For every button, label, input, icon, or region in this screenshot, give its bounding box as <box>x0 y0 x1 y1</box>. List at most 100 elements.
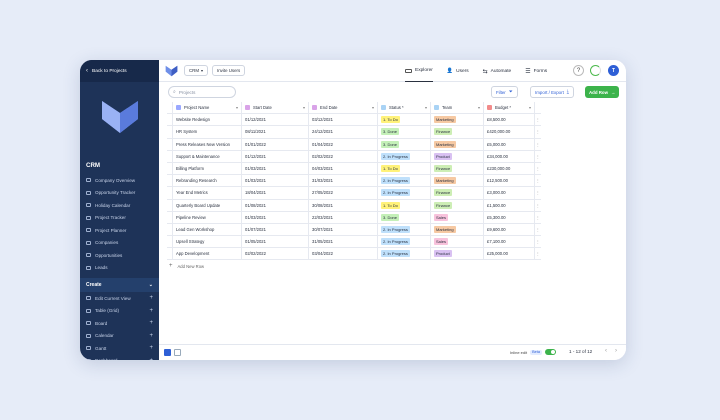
budget-cell[interactable]: £9,600.00 <box>484 223 535 236</box>
next-page-icon[interactable]: › <box>615 348 617 354</box>
end-date-cell[interactable]: 24/12/2021 <box>309 126 378 138</box>
project-name-cell[interactable]: Support & Maintenance <box>173 150 242 162</box>
project-name-cell[interactable]: Quarterly Board Update <box>173 199 242 211</box>
team-cell[interactable]: Finance <box>431 162 484 175</box>
budget-cell[interactable]: £25,000.00 <box>484 248 535 260</box>
team-cell[interactable]: Marketing <box>431 138 484 150</box>
sidebar-item[interactable]: Leads <box>80 262 159 275</box>
row-menu-icon[interactable]: ⋮ <box>535 139 541 150</box>
sidebar-item[interactable]: Project Tracker <box>80 212 159 225</box>
row-menu-icon[interactable]: ⋮ <box>535 187 541 198</box>
start-date-cell[interactable]: 01/03/2021 <box>242 211 309 223</box>
start-date-cell[interactable]: 01/08/2021 <box>242 199 309 211</box>
team-cell[interactable]: Marketing <box>431 114 484 126</box>
sidebar-item[interactable]: Opportunity Tracker <box>80 187 159 200</box>
column-header[interactable]: Project Name ▾ <box>173 102 242 114</box>
status-cell[interactable]: 2. In Progress <box>378 150 431 162</box>
budget-cell[interactable]: £5,300.00 <box>484 211 535 223</box>
column-header[interactable]: End Date ▾ <box>309 102 378 114</box>
budget-cell[interactable]: £3,000.00 <box>484 187 535 199</box>
team-cell[interactable]: Product <box>431 150 484 162</box>
table-row[interactable]: Quarterly Board Update 01/08/2021 30/08/20… <box>167 199 541 212</box>
row-menu-icon[interactable]: ⋮ <box>535 126 541 137</box>
table-row[interactable]: Support & Maintenance 01/12/2021 02/02/202… <box>167 150 541 163</box>
project-name-cell[interactable]: Lead Gen Workshop <box>173 223 242 236</box>
create-item[interactable]: Edit Current View + <box>80 292 159 305</box>
add-new-row-button[interactable]: + Add New Row <box>167 260 541 272</box>
table-row[interactable]: Pipeline Review 01/03/2021 22/03/2021 3. Do… <box>167 211 541 224</box>
row-menu-icon[interactable]: ⋮ <box>535 236 541 247</box>
tab-forms[interactable]: ☰ Forms <box>525 60 547 82</box>
team-cell[interactable]: Marketing <box>431 223 484 236</box>
row-menu-icon[interactable]: ⋮ <box>535 163 541 174</box>
status-cell[interactable]: 2. In Progress <box>378 223 431 236</box>
create-item[interactable]: Table (Grid) + <box>80 305 159 318</box>
budget-cell[interactable]: £420,000.00 <box>484 126 535 138</box>
status-cell[interactable]: 2. In Progress <box>378 187 431 199</box>
project-name-cell[interactable]: Pipeline Review <box>173 211 242 223</box>
row-menu-icon[interactable]: ⋮ <box>535 200 541 211</box>
end-date-cell[interactable]: 30/07/2021 <box>309 223 378 236</box>
column-header[interactable]: Start Date ▾ <box>242 102 309 114</box>
column-header[interactable]: Budget * ▾ <box>484 102 535 114</box>
table-row[interactable]: Billing Platform 01/03/2021 04/03/2021 1. T… <box>167 162 541 176</box>
table-row[interactable]: Upsell Strategy 01/05/2021 31/05/2021 2. In… <box>167 236 541 249</box>
status-cell[interactable]: 2. In Progress <box>378 236 431 248</box>
team-cell[interactable]: Finance <box>431 199 484 211</box>
status-cell[interactable]: 2. In Progress <box>378 248 431 260</box>
team-cell[interactable]: Finance <box>431 187 484 199</box>
chevron-down-icon[interactable]: ▾ <box>303 105 305 110</box>
create-item[interactable]: Board + <box>80 317 159 330</box>
table-row[interactable]: Rebranding Research 01/03/2021 31/03/2021 2… <box>167 175 541 188</box>
start-date-cell[interactable]: 01/05/2021 <box>242 236 309 248</box>
tab-users[interactable]: 👤 Users <box>447 60 469 82</box>
table-row[interactable]: HR System 08/11/2021 24/12/2021 3. Done Fina… <box>167 126 541 139</box>
end-date-cell[interactable]: 04/03/2021 <box>309 162 378 175</box>
row-menu-icon[interactable]: ⋮ <box>535 224 541 235</box>
end-date-cell[interactable]: 22/03/2021 <box>309 211 378 223</box>
sidebar-item[interactable]: Company Overview <box>80 174 159 187</box>
table-row[interactable]: Lead Gen Workshop 01/07/2021 30/07/2021 2. … <box>167 223 541 237</box>
chevron-down-icon[interactable]: ▾ <box>236 105 238 110</box>
start-date-cell[interactable]: 01/01/2022 <box>242 138 309 150</box>
row-menu-icon[interactable]: ⋮ <box>535 151 541 162</box>
table-row[interactable]: Website Redesign 01/12/2021 03/12/2021 1. T… <box>167 114 541 127</box>
start-date-cell[interactable]: 01/12/2021 <box>242 150 309 162</box>
inline-edit-toggle[interactable] <box>544 349 556 355</box>
create-item[interactable]: Calendar + <box>80 330 159 343</box>
team-cell[interactable]: Product <box>431 248 484 260</box>
plus-icon[interactable]: + <box>149 320 153 326</box>
grid-view-toggle-icon[interactable] <box>164 349 171 356</box>
start-date-cell[interactable]: 01/07/2021 <box>242 223 309 236</box>
sidebar-item[interactable]: Holiday Calendar <box>80 199 159 212</box>
status-cell[interactable]: 2. In Progress <box>378 175 431 187</box>
project-name-cell[interactable]: Website Redesign <box>173 114 242 126</box>
budget-cell[interactable]: £12,500.00 <box>484 175 535 187</box>
table-row[interactable]: Press Releases New Version 01/01/2022 01/0… <box>167 138 541 151</box>
list-view-toggle-icon[interactable] <box>174 349 181 356</box>
end-date-cell[interactable]: 31/03/2021 <box>309 175 378 187</box>
team-cell[interactable]: Marketing <box>431 175 484 187</box>
project-name-cell[interactable]: Upsell Strategy <box>173 236 242 248</box>
plus-icon[interactable]: + <box>149 308 153 314</box>
start-date-cell[interactable]: 18/04/2021 <box>242 187 309 199</box>
chevron-down-icon[interactable]: ▾ <box>529 105 531 110</box>
plus-icon[interactable]: + <box>149 358 153 360</box>
back-to-projects-button[interactable]: ‹ Back to Projects <box>80 60 159 82</box>
add-row-button[interactable]: Add Row → <box>585 86 620 98</box>
project-name-cell[interactable]: Press Releases New Version <box>173 138 242 150</box>
end-date-cell[interactable]: 03/04/2022 <box>309 248 378 260</box>
avatar[interactable]: T <box>608 65 619 76</box>
plus-icon[interactable]: + <box>149 345 153 351</box>
budget-cell[interactable]: £7,100.00 <box>484 236 535 248</box>
progress-ring-icon[interactable] <box>590 65 601 76</box>
status-cell[interactable]: 1. To Do <box>378 199 431 211</box>
prev-page-icon[interactable]: ‹ <box>605 348 607 354</box>
team-cell[interactable]: Sales <box>431 236 484 248</box>
start-date-cell[interactable]: 01/12/2021 <box>242 114 309 126</box>
project-name-cell[interactable]: Year End Metrics <box>173 187 242 199</box>
row-menu-icon[interactable]: ⋮ <box>535 248 541 259</box>
end-date-cell[interactable]: 03/12/2021 <box>309 114 378 126</box>
table-row[interactable]: App Development 02/02/2022 03/04/2022 2. In… <box>167 248 541 261</box>
column-header[interactable]: Status * ▾ <box>378 102 431 114</box>
